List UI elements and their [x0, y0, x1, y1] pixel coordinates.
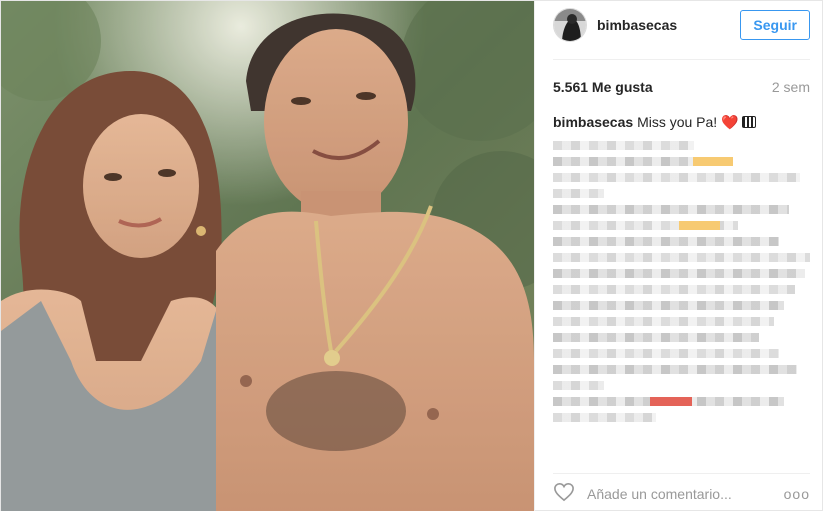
footer-divider	[553, 473, 810, 474]
blurred-highlight	[650, 397, 692, 406]
username[interactable]: bimbasecas	[597, 17, 740, 33]
piano-emoji-icon	[742, 116, 757, 128]
blurred-comment-line	[553, 221, 739, 230]
caption-username[interactable]: bimbasecas	[553, 114, 633, 130]
blurred-comment-line	[553, 397, 785, 406]
follow-button[interactable]: Seguir	[740, 10, 810, 40]
like-heart-icon[interactable]	[553, 482, 575, 502]
caption-text: Miss you Pa!	[637, 114, 718, 130]
heart-outline-icon[interactable]	[553, 482, 575, 507]
header-divider	[553, 59, 810, 60]
comment-input[interactable]	[585, 485, 784, 503]
blurred-comments	[553, 141, 810, 471]
likes-row: 5.561 Me gusta 2 sem	[553, 79, 810, 95]
blurred-comment-line	[553, 269, 805, 278]
blurred-comment-line	[553, 189, 605, 198]
blurred-comment-line	[553, 317, 775, 326]
blurred-highlight	[693, 157, 733, 166]
user-avatar[interactable]	[553, 8, 587, 42]
blurred-comment-line	[553, 205, 790, 214]
blurred-comment-line	[553, 157, 733, 166]
photo-image	[1, 1, 534, 511]
heart-emoji: ❤️	[721, 114, 739, 130]
blurred-comment-line	[553, 413, 656, 422]
blurred-comment-line	[553, 141, 695, 150]
likes-count[interactable]: 5.561 Me gusta	[553, 79, 653, 95]
blurred-comment-line	[553, 173, 800, 182]
more-options-icon[interactable]: ooo	[784, 486, 810, 502]
caption: bimbasecas Miss you Pa! ❤️	[553, 114, 810, 131]
post-photo[interactable]	[1, 1, 534, 511]
blurred-comment-line	[553, 333, 759, 342]
post-time[interactable]: 2 sem	[772, 79, 810, 95]
blurred-comment-line	[553, 237, 780, 246]
blurred-highlight	[678, 221, 720, 230]
blurred-comment-line	[553, 285, 795, 294]
blurred-comment-line	[553, 365, 798, 374]
blurred-comment-line	[553, 253, 810, 262]
blurred-comment-line	[553, 381, 605, 390]
post-side-panel: bimbasecas Seguir 5.561 Me gusta 2 sem b…	[534, 1, 822, 511]
instagram-post: bimbasecas Seguir 5.561 Me gusta 2 sem b…	[0, 0, 823, 511]
post-header: bimbasecas Seguir	[535, 1, 822, 49]
avatar-image	[554, 9, 586, 41]
post-footer: ooo	[553, 476, 810, 511]
blurred-comment-line	[553, 301, 785, 310]
blurred-comment-line	[553, 349, 780, 358]
